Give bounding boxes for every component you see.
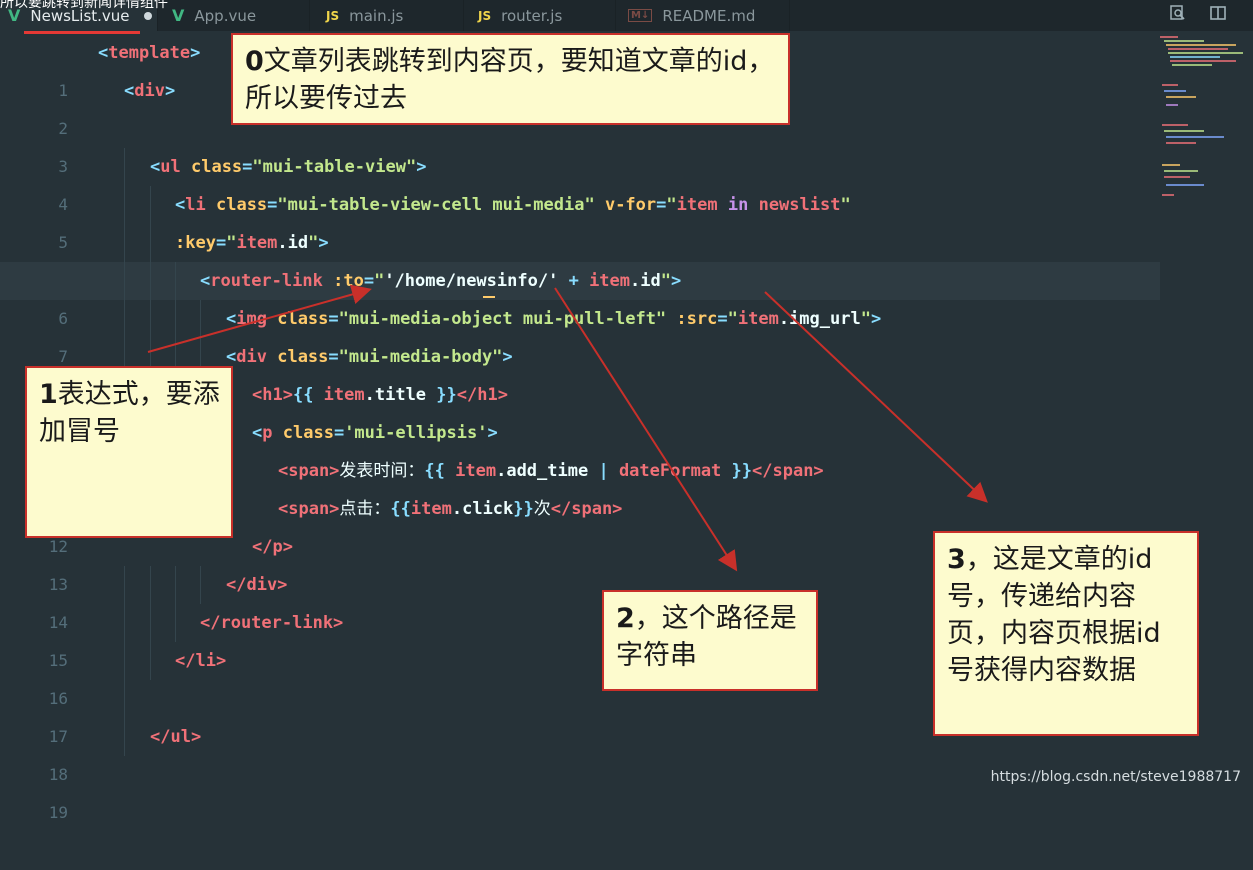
arrow-note3 [764, 291, 988, 503]
cursor-marker [483, 296, 495, 298]
annotation-note-3: 3，这是文章的id号，传递给内容页，内容页根据id号获得内容数据 [933, 531, 1199, 736]
annotation-note-2: 2，这个路径是字符串 [602, 590, 818, 691]
annotation-note-1: 1表达式，要添加冒号 [25, 366, 233, 538]
annotation-note-0: 0文章列表跳转到内容页，要知道文章的id，所以要传过去 [231, 33, 790, 125]
arrow-note1 [147, 284, 372, 353]
arrow-note2 [554, 287, 738, 572]
line-number: 19 [48, 803, 68, 822]
